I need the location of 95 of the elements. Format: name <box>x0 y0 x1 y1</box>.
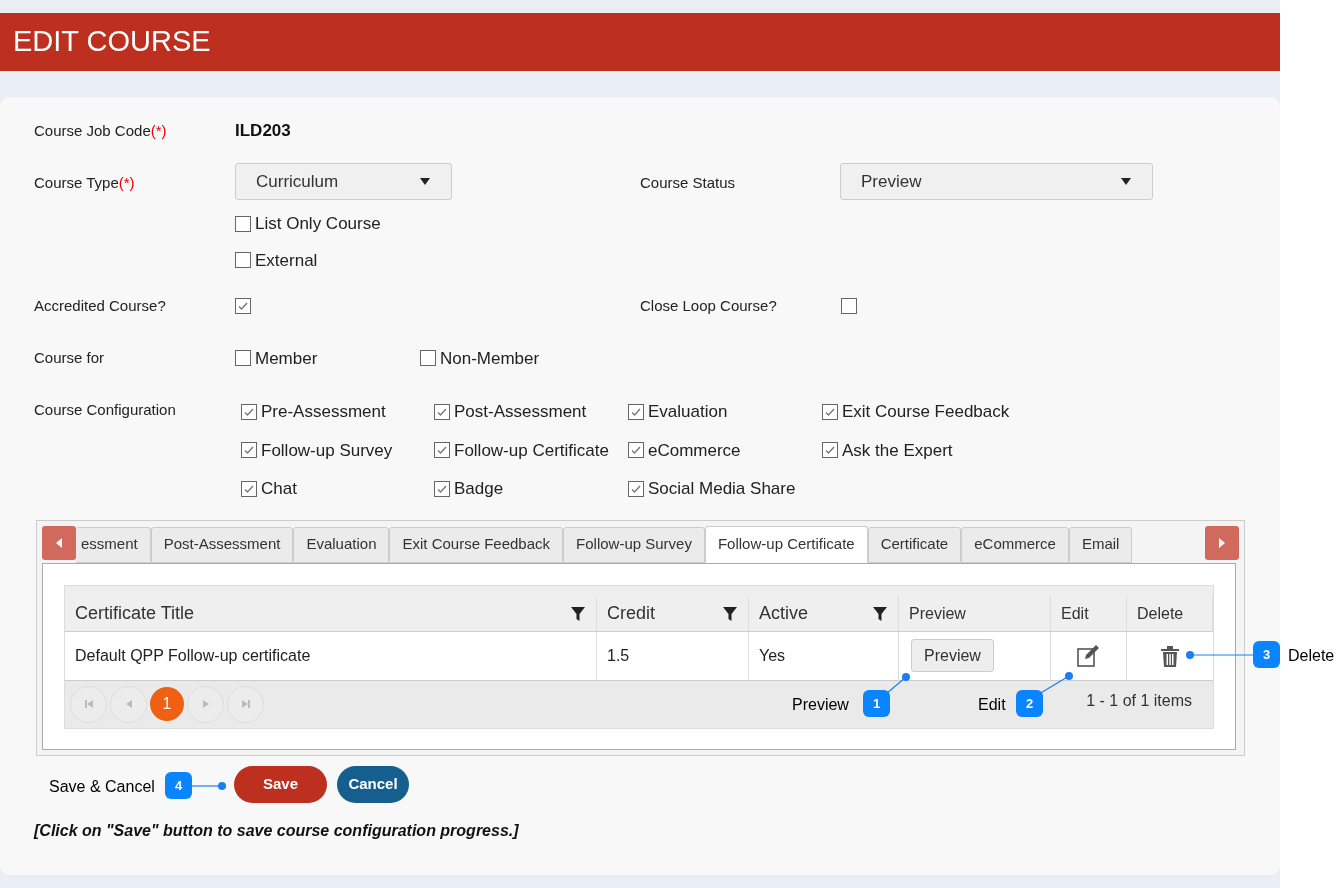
field-label: Course Status <box>640 173 737 193</box>
checked-checkbox[interactable] <box>241 442 257 459</box>
field-label: Course Type(*) <box>34 173 136 193</box>
checkbox[interactable] <box>235 252 251 269</box>
tab[interactable]: Exit Course Feedback <box>389 526 564 563</box>
field-label: Course Job Code(*) <box>34 120 168 141</box>
right-arrow-icon <box>1218 537 1226 548</box>
callout-label: Delete <box>1288 646 1335 666</box>
callout-label: Edit <box>978 695 1006 715</box>
field-label: Close Loop Course? <box>640 296 778 316</box>
tab[interactable]: Evaluation <box>293 526 390 563</box>
checked-checkbox[interactable] <box>628 442 644 459</box>
filter-icon[interactable] <box>570 605 586 622</box>
caret-icon <box>1120 177 1132 186</box>
first-page-icon <box>83 699 94 709</box>
select-field[interactable]: Preview <box>840 163 1153 200</box>
checkbox-label: Chat <box>261 478 297 500</box>
edit-icon[interactable] <box>1076 644 1101 667</box>
check-icon <box>824 444 836 457</box>
tab[interactable]: Follow-up Survey <box>563 526 705 563</box>
select-field[interactable]: Curriculum <box>235 163 452 200</box>
callout-number: 4 <box>165 772 192 799</box>
checkbox-label: Post-Assessment <box>454 401 587 423</box>
field-label: Accredited Course? <box>34 296 167 316</box>
cancel-button[interactable]: Cancel <box>337 765 409 803</box>
table-cell: Default QPP Follow-up certificate <box>65 631 597 680</box>
filter-icon[interactable] <box>872 605 888 622</box>
checked-checkbox[interactable] <box>434 480 450 497</box>
tab[interactable]: essment <box>76 526 151 563</box>
check-icon <box>237 300 249 313</box>
left-arrow-icon <box>55 537 63 548</box>
field-label: Course Configuration <box>34 400 177 420</box>
checkbox[interactable] <box>235 215 251 232</box>
job-code-value: ILD203 <box>235 120 291 143</box>
checked-checkbox[interactable] <box>241 403 257 420</box>
check-icon <box>243 444 255 457</box>
column-header[interactable]: Active <box>749 596 899 631</box>
leader-line <box>191 782 226 790</box>
callout-number: 3 <box>1253 641 1280 668</box>
checkbox-label: eCommerce <box>648 439 741 462</box>
table-cell: 1.5 <box>597 631 749 680</box>
checked-checkbox[interactable] <box>628 480 644 497</box>
filter-icon[interactable] <box>722 605 738 622</box>
check-icon <box>436 444 448 457</box>
tab[interactable]: Post-Assessment <box>150 526 294 563</box>
callout-label: Preview <box>792 695 849 715</box>
checkbox-label: Non-Member <box>440 347 540 370</box>
tab[interactable]: Certificate <box>867 526 962 563</box>
column-header[interactable]: Certificate Title <box>65 596 597 631</box>
callout-number: 2 <box>1016 690 1043 717</box>
leader-line <box>1186 651 1254 659</box>
scroll-right-button[interactable] <box>1205 525 1239 560</box>
column-header[interactable]: Delete <box>1127 596 1213 631</box>
pager-summary: 1 - 1 of 1 items <box>1086 690 1192 711</box>
checkbox-label: Follow-up Survey <box>261 439 393 462</box>
checked-checkbox[interactable] <box>822 442 838 459</box>
field-label: Course for <box>34 348 106 368</box>
checkbox[interactable] <box>235 350 251 367</box>
checkbox-label: Social Media Share <box>648 478 796 500</box>
checked-checkbox[interactable] <box>434 442 450 459</box>
checkbox-label: Badge <box>454 478 504 500</box>
checkbox-label: Exit Course Feedback <box>842 401 1010 423</box>
checkbox-label: Follow-up Certificate <box>454 439 609 462</box>
column-header[interactable]: Edit <box>1051 596 1127 631</box>
caret-icon <box>419 177 431 186</box>
save-button[interactable]: Save <box>234 765 327 803</box>
scroll-left-button[interactable] <box>42 525 76 560</box>
checked-checkbox[interactable] <box>822 403 838 420</box>
check-icon <box>630 444 642 457</box>
callout-number: 1 <box>863 690 890 717</box>
checkbox-label: List Only Course <box>255 213 381 235</box>
checked-checkbox[interactable] <box>628 403 644 420</box>
checkbox[interactable] <box>420 350 436 367</box>
tab[interactable]: Email <box>1068 526 1133 563</box>
column-header[interactable]: Credit <box>597 596 749 631</box>
next-page-icon <box>200 699 211 709</box>
column-header[interactable]: Preview <box>899 596 1051 631</box>
trash-icon[interactable] <box>1160 644 1180 667</box>
callout-label: Save & Cancel <box>49 777 155 797</box>
instruction-note: [Click on "Save" button to save course configuration progress.] <box>34 820 520 841</box>
checkbox-label: Evaluation <box>648 401 728 423</box>
checked-checkbox[interactable] <box>434 403 450 420</box>
checked-checkbox[interactable] <box>235 298 251 315</box>
checked-checkbox[interactable] <box>241 480 257 497</box>
last-page-icon <box>240 699 251 709</box>
table-cell: Yes <box>749 631 899 680</box>
tab[interactable]: Follow-up Certificate <box>704 525 868 563</box>
checkbox-label: Pre-Assessment <box>261 401 386 423</box>
page-title: EDIT COURSE <box>13 24 211 60</box>
checkbox[interactable] <box>841 298 857 315</box>
checkbox-label: External <box>255 249 318 272</box>
checkbox-label: Ask the Expert <box>842 439 953 462</box>
preview-button[interactable]: Preview <box>911 639 994 672</box>
checkbox-label: Member <box>255 347 318 370</box>
tab[interactable]: eCommerce <box>961 526 1069 563</box>
